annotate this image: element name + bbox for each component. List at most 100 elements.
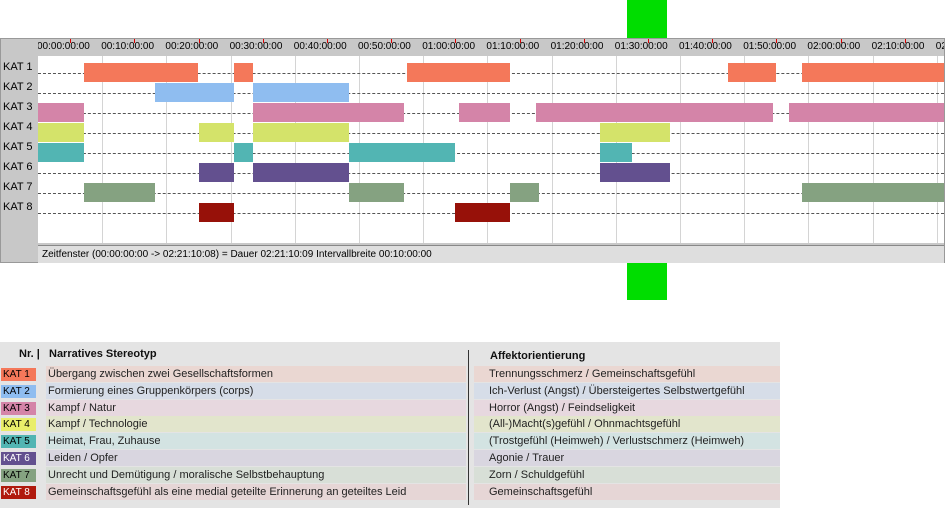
timeline-plot[interactable] xyxy=(38,56,944,243)
segment-kat-5[interactable] xyxy=(233,143,254,162)
segment-kat-3[interactable] xyxy=(789,103,944,122)
segment-kat-4[interactable] xyxy=(198,123,234,142)
legend-nr: KAT 3 xyxy=(1,401,36,415)
tick-label: 00:40:00:00 xyxy=(293,41,347,52)
tick-notch xyxy=(776,39,778,43)
tick-notch xyxy=(134,39,136,43)
segment-kat-1[interactable] xyxy=(801,63,944,82)
legend-stereotyp: Formierung eines Gruppenkörpers (corps) xyxy=(48,384,254,397)
grid-line xyxy=(744,56,746,243)
legend-header-nr: Nr. | xyxy=(19,348,40,360)
legend-nr: KAT 5 xyxy=(1,435,36,449)
tick-notch xyxy=(904,39,906,43)
segment-kat-3[interactable] xyxy=(38,103,85,122)
legend-header-affekt: Affektorientierung xyxy=(490,350,586,362)
tick-label: 01:00:00:00 xyxy=(422,41,476,52)
legend-affekt: Gemeinschaftsgefühl xyxy=(489,485,593,498)
row-guide-line xyxy=(38,133,944,134)
playhead-marker-bottom[interactable] xyxy=(627,263,667,300)
segment-kat-7[interactable] xyxy=(349,183,404,202)
segment-kat-1[interactable] xyxy=(233,63,254,82)
tick-notch xyxy=(712,39,714,43)
legend-row-kat-4: KAT 4 Kampf / Technologie (All-)Macht(s)ge… xyxy=(0,416,780,433)
legend-row-kat-5: KAT 5 Heimat, Frau, Zuhause (Trostgefühl (… xyxy=(0,433,780,450)
legend-row-kat-7: KAT 7 Unrecht und Demütigung / moralische… xyxy=(0,466,780,483)
segment-kat-6[interactable] xyxy=(198,163,234,182)
row-label-kat-7: KAT 7 xyxy=(3,181,33,193)
segment-kat-2[interactable] xyxy=(253,83,350,102)
row-label-kat-2: KAT 2 xyxy=(3,81,33,93)
tick-label: 00:10:00:00 xyxy=(101,41,155,52)
legend-affekt: (All-)Macht(s)gefühl / Ohnmachtsgefühl xyxy=(489,418,681,431)
segment-kat-6[interactable] xyxy=(599,163,671,182)
segment-kat-4[interactable] xyxy=(253,123,350,142)
legend-affekt: Agonie / Trauer xyxy=(489,452,565,464)
grid-line xyxy=(551,56,553,243)
row-label-kat-8: KAT 8 xyxy=(3,201,33,213)
row-guide-line xyxy=(38,173,944,174)
legend-row-kat-8: KAT 8 Gemeinschaftsgefühl als eine medial… xyxy=(0,483,780,500)
row-label-kat-5: KAT 5 xyxy=(3,141,33,153)
segment-kat-1[interactable] xyxy=(728,63,777,82)
legend-affekt: Horror (Angst) / Feindseligkeit xyxy=(489,401,636,414)
tick-label: 01:50:00:00 xyxy=(743,41,797,52)
segment-kat-5[interactable] xyxy=(349,143,456,162)
legend-header-stereotyp: Narratives Stereotyp xyxy=(49,348,157,360)
legend-affekt: Ich-Verlust (Angst) / Übersteigertes Sel… xyxy=(489,384,745,397)
legend-stereotyp: Gemeinschaftsgefühl als eine medial gete… xyxy=(48,485,407,498)
segment-kat-4[interactable] xyxy=(38,123,85,142)
segment-kat-8[interactable] xyxy=(455,203,510,222)
segment-kat-5[interactable] xyxy=(599,143,632,162)
segment-kat-3[interactable] xyxy=(253,103,404,122)
segment-kat-7[interactable] xyxy=(84,183,155,202)
tick-notch xyxy=(326,39,328,43)
legend-table: Nr. | Narratives Stereotyp Affektorienti… xyxy=(0,342,780,508)
grid-line xyxy=(936,56,938,243)
segment-kat-8[interactable] xyxy=(198,203,234,222)
legend-nr: KAT 2 xyxy=(1,384,36,398)
segment-kat-7[interactable] xyxy=(509,183,539,202)
segment-kat-1[interactable] xyxy=(84,63,199,82)
tick-notch xyxy=(647,39,649,43)
tick-label: 01:30:00:00 xyxy=(614,41,668,52)
legend-nr: KAT 6 xyxy=(1,452,36,465)
legend-stereotyp: Heimat, Frau, Zuhause xyxy=(48,435,161,448)
timeline-panel: 00:00:00:00 00:10:00:00 00:20:00:00 00:30:0… xyxy=(0,38,945,263)
tick-notch xyxy=(519,39,521,43)
legend-row-kat-3: KAT 3 Kampf / Natur Horror (Angst) / Feind… xyxy=(0,399,780,416)
grid-line xyxy=(102,56,104,243)
tick-notch xyxy=(391,39,393,43)
segment-kat-3[interactable] xyxy=(535,103,774,122)
row-label-kat-3: KAT 3 xyxy=(3,101,33,113)
segment-kat-3[interactable] xyxy=(458,103,510,122)
grid-line xyxy=(808,56,810,243)
row-label-kat-1: KAT 1 xyxy=(3,61,33,73)
legend-affekt: Zorn / Schuldgefühl xyxy=(489,468,585,481)
segment-kat-7[interactable] xyxy=(801,183,944,202)
tick-label: 00:20:00:00 xyxy=(165,41,219,52)
tick-label: 00:30:00:00 xyxy=(229,41,283,52)
grid-line xyxy=(680,56,681,243)
time-ruler[interactable]: 00:00:00:00 00:10:00:00 00:20:00:00 00:30:0… xyxy=(38,39,944,57)
legend-row-kat-2: KAT 2 Formierung eines Gruppenkörpers (co… xyxy=(0,382,780,399)
legend-stereotyp: Übergang zwischen zwei Gesellschaftsform… xyxy=(48,368,273,380)
tick-notch xyxy=(70,39,72,43)
row-label-kat-4: KAT 4 xyxy=(3,121,33,133)
tick-label: 01:10:00:00 xyxy=(486,41,540,52)
tick-label: 00:50:00:00 xyxy=(358,41,411,52)
segment-kat-6[interactable] xyxy=(253,163,350,182)
segment-kat-4[interactable] xyxy=(599,123,671,142)
legend-stereotyp: Leiden / Opfer xyxy=(48,452,118,464)
segment-kat-1[interactable] xyxy=(407,63,510,82)
tick-notch xyxy=(455,39,457,43)
tick-label: 00:00:00:00 xyxy=(38,41,90,52)
legend-stereotyp: Kampf / Technologie xyxy=(48,418,148,431)
segment-kat-2[interactable] xyxy=(154,83,234,102)
legend-affekt: (Trostgefühl (Heimweh) / Verlustschmerz … xyxy=(489,435,745,448)
segment-kat-5[interactable] xyxy=(38,143,85,162)
tick-notch xyxy=(198,39,200,43)
tick-notch xyxy=(262,39,264,43)
status-bar: Zeitfenster (00:00:00:00 -> 02:21:10:08)… xyxy=(38,245,944,263)
tick-label: 01:20:00:00 xyxy=(550,41,604,52)
playhead-marker-top[interactable] xyxy=(627,0,667,38)
